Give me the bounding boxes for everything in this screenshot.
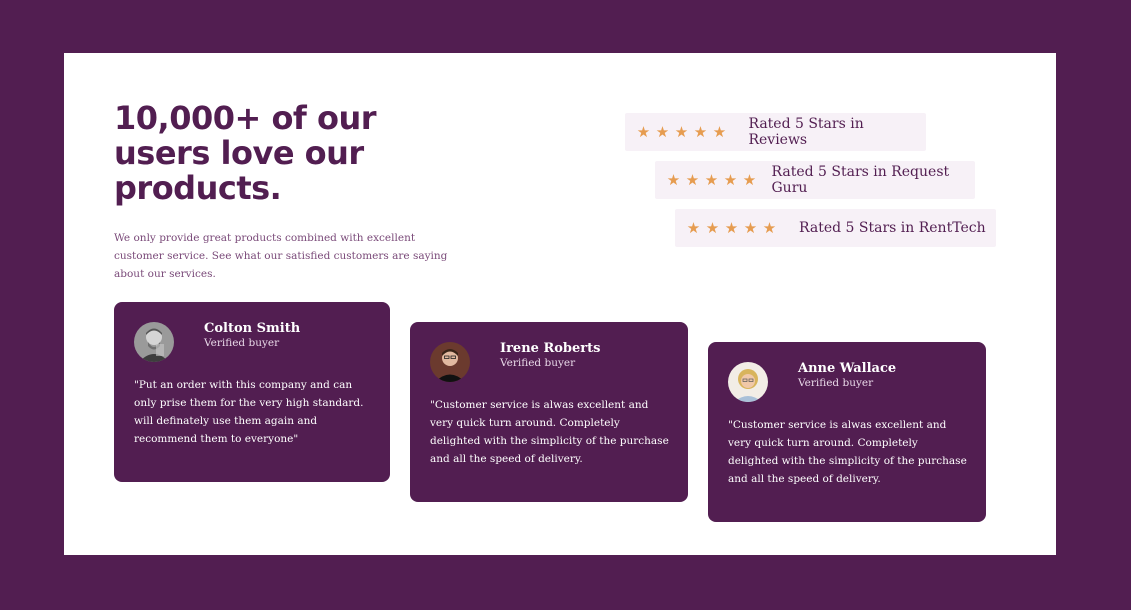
- star-icon: ★: [723, 170, 738, 189]
- verified-buyer-label: Verified buyer: [500, 357, 576, 369]
- star-icon: ★: [693, 122, 708, 141]
- star-rating: ★ ★ ★ ★ ★: [686, 218, 799, 237]
- rating-reviews: ★ ★ ★ ★ ★ Rated 5 Stars in Reviews: [625, 113, 926, 151]
- testimonial-quote: "Customer service is alwas excellent and…: [728, 419, 967, 485]
- star-icon: ★: [636, 122, 651, 141]
- star-rating: ★ ★ ★ ★ ★: [666, 170, 772, 189]
- star-rating: ★ ★ ★ ★ ★: [636, 122, 748, 141]
- star-icon: ★: [686, 218, 701, 237]
- testimonial-card-colton-smith: Colton Smith Verified buyer "Put an orde…: [114, 302, 390, 482]
- star-icon: ★: [742, 170, 757, 189]
- star-icon: ★: [712, 122, 727, 141]
- testimonial-card-irene-roberts: Irene Roberts Verified buyer "Customer s…: [410, 322, 688, 502]
- testimonial-card-anne-wallace: Anne Wallace Verified buyer "Customer se…: [708, 342, 986, 522]
- star-icon: ★: [655, 122, 670, 141]
- verified-buyer-label: Verified buyer: [798, 377, 874, 389]
- reviewer-name: Irene Roberts: [500, 341, 601, 356]
- testimonials-panel: 10,000+ of our users love our products. …: [64, 53, 1056, 555]
- star-icon: ★: [685, 170, 700, 189]
- page-title: 10,000+ of our users love our products.: [114, 99, 377, 207]
- reviewer-name: Colton Smith: [204, 321, 301, 336]
- verified-buyer-label: Verified buyer: [204, 337, 280, 349]
- rating-renttech: ★ ★ ★ ★ ★ Rated 5 Stars in RentTech: [675, 209, 996, 247]
- star-icon: ★: [743, 218, 758, 237]
- star-icon: ★: [724, 218, 739, 237]
- rating-label: Rated 5 Stars in Request Guru: [771, 164, 950, 196]
- star-icon: ★: [674, 122, 689, 141]
- avatar: [430, 342, 470, 382]
- rating-label: Rated 5 Stars in RentTech: [799, 220, 986, 236]
- star-icon: ★: [762, 218, 777, 237]
- testimonial-quote: "Put an order with this company and can …: [134, 379, 364, 445]
- avatar: [134, 322, 174, 362]
- star-icon: ★: [704, 170, 719, 189]
- rating-label: Rated 5 Stars in Reviews: [748, 116, 864, 148]
- star-icon: ★: [705, 218, 720, 237]
- rating-request-guru: ★ ★ ★ ★ ★ Rated 5 Stars in Request Guru: [655, 161, 975, 199]
- star-icon: ★: [666, 170, 681, 189]
- reviewer-name: Anne Wallace: [798, 361, 897, 376]
- avatar: [728, 362, 768, 402]
- intro-text: We only provide great products combined …: [114, 232, 448, 280]
- testimonial-quote: "Customer service is alwas excellent and…: [430, 399, 669, 465]
